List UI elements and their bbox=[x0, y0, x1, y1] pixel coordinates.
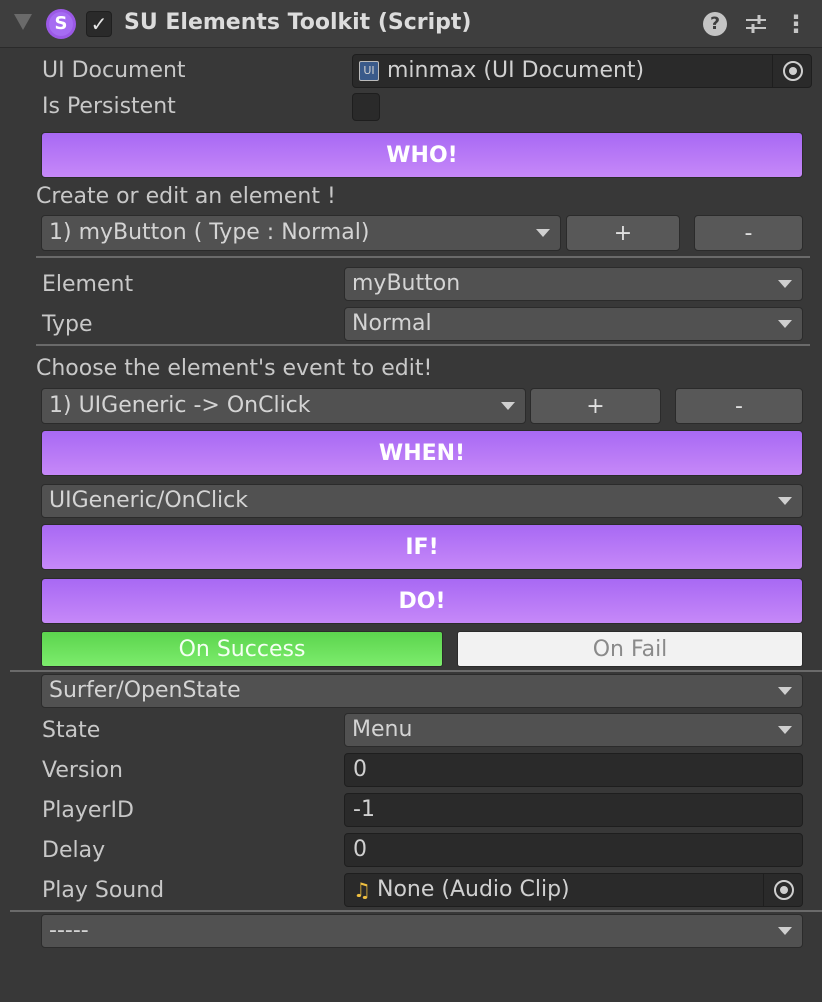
delay-input[interactable]: 0 bbox=[344, 833, 803, 867]
object-picker-divider bbox=[772, 55, 773, 87]
audio-clip-icon: ♫ bbox=[353, 878, 371, 902]
next-action-value: ----- bbox=[49, 918, 89, 943]
state-dropdown[interactable]: Menu bbox=[344, 713, 803, 747]
object-picker-icon[interactable] bbox=[774, 880, 794, 900]
type-dropdown[interactable]: Normal bbox=[344, 307, 803, 341]
next-action-dropdown[interactable]: ----- bbox=[41, 914, 803, 948]
who-button[interactable]: WHO! bbox=[41, 132, 803, 178]
element-list-dropdown[interactable]: 1) myButton ( Type : Normal) bbox=[41, 215, 561, 251]
ui-document-label: UI Document bbox=[42, 58, 186, 83]
type-label: Type bbox=[42, 312, 93, 337]
collapse-triangle-icon[interactable] bbox=[14, 14, 32, 30]
delay-label: Delay bbox=[42, 838, 106, 863]
component-logo-icon: S bbox=[46, 9, 76, 39]
when-button[interactable]: WHEN! bbox=[41, 430, 803, 476]
is-persistent-checkbox[interactable] bbox=[352, 93, 380, 121]
section-divider bbox=[36, 344, 810, 346]
is-persistent-label: Is Persistent bbox=[42, 94, 176, 119]
chevron-down-icon bbox=[778, 687, 792, 695]
action-dropdown[interactable]: Surfer/OpenState bbox=[41, 674, 803, 708]
trigger-dropdown[interactable]: UIGeneric/OnClick bbox=[41, 484, 803, 518]
component-title: SU Elements Toolkit (Script) bbox=[124, 10, 472, 35]
event-list-dropdown[interactable]: 1) UIGeneric -> OnClick bbox=[41, 388, 526, 424]
object-picker-icon[interactable] bbox=[783, 61, 803, 81]
element-list-selected: 1) myButton ( Type : Normal) bbox=[49, 220, 370, 245]
play-sound-label: Play Sound bbox=[42, 878, 165, 903]
version-label: Version bbox=[42, 758, 123, 783]
chevron-down-icon bbox=[778, 320, 792, 328]
event-list-selected: 1) UIGeneric -> OnClick bbox=[49, 393, 311, 418]
if-button[interactable]: IF! bbox=[41, 524, 803, 570]
remove-element-button[interactable]: - bbox=[694, 215, 803, 251]
chevron-down-icon bbox=[778, 927, 792, 935]
add-event-button[interactable]: + bbox=[530, 388, 661, 424]
element-dropdown[interactable]: myButton bbox=[344, 267, 803, 301]
ui-document-icon: UI bbox=[359, 61, 379, 81]
element-label: Element bbox=[42, 272, 134, 297]
presets-icon[interactable] bbox=[742, 10, 770, 38]
element-value: myButton bbox=[352, 271, 461, 296]
ui-document-field[interactable]: UI minmax (UI Document) bbox=[352, 54, 812, 88]
type-value: Normal bbox=[352, 311, 432, 336]
object-picker-divider bbox=[763, 874, 764, 906]
action-value: Surfer/OpenState bbox=[49, 678, 241, 703]
component-enabled-checkbox[interactable]: ✓ bbox=[86, 11, 112, 37]
player-id-input[interactable]: -1 bbox=[344, 793, 803, 827]
chevron-down-icon bbox=[778, 726, 792, 734]
create-element-prompt: Create or edit an element ! bbox=[36, 184, 336, 209]
help-icon[interactable]: ? bbox=[703, 12, 727, 36]
section-divider bbox=[10, 910, 822, 912]
ui-document-value: minmax (UI Document) bbox=[387, 58, 645, 83]
on-fail-tab[interactable]: On Fail bbox=[457, 631, 803, 667]
more-options-icon[interactable]: ⋮ bbox=[782, 10, 810, 38]
state-label: State bbox=[42, 718, 101, 743]
chevron-down-icon bbox=[778, 497, 792, 505]
add-element-button[interactable]: + bbox=[566, 215, 680, 251]
chevron-down-icon bbox=[536, 229, 550, 237]
remove-event-button[interactable]: - bbox=[675, 388, 803, 424]
section-divider bbox=[10, 670, 822, 672]
play-sound-value: None (Audio Clip) bbox=[377, 877, 570, 902]
state-value: Menu bbox=[352, 717, 413, 742]
chevron-down-icon bbox=[501, 402, 515, 410]
chevron-down-icon bbox=[778, 280, 792, 288]
player-id-label: PlayerID bbox=[42, 798, 134, 823]
do-button[interactable]: DO! bbox=[41, 578, 803, 624]
play-sound-field[interactable]: ♫ None (Audio Clip) bbox=[344, 873, 803, 907]
section-divider bbox=[36, 256, 810, 258]
version-input[interactable]: 0 bbox=[344, 753, 803, 787]
on-success-tab[interactable]: On Success bbox=[41, 631, 443, 667]
trigger-value: UIGeneric/OnClick bbox=[49, 488, 248, 513]
event-prompt: Choose the element's event to edit! bbox=[36, 356, 433, 381]
